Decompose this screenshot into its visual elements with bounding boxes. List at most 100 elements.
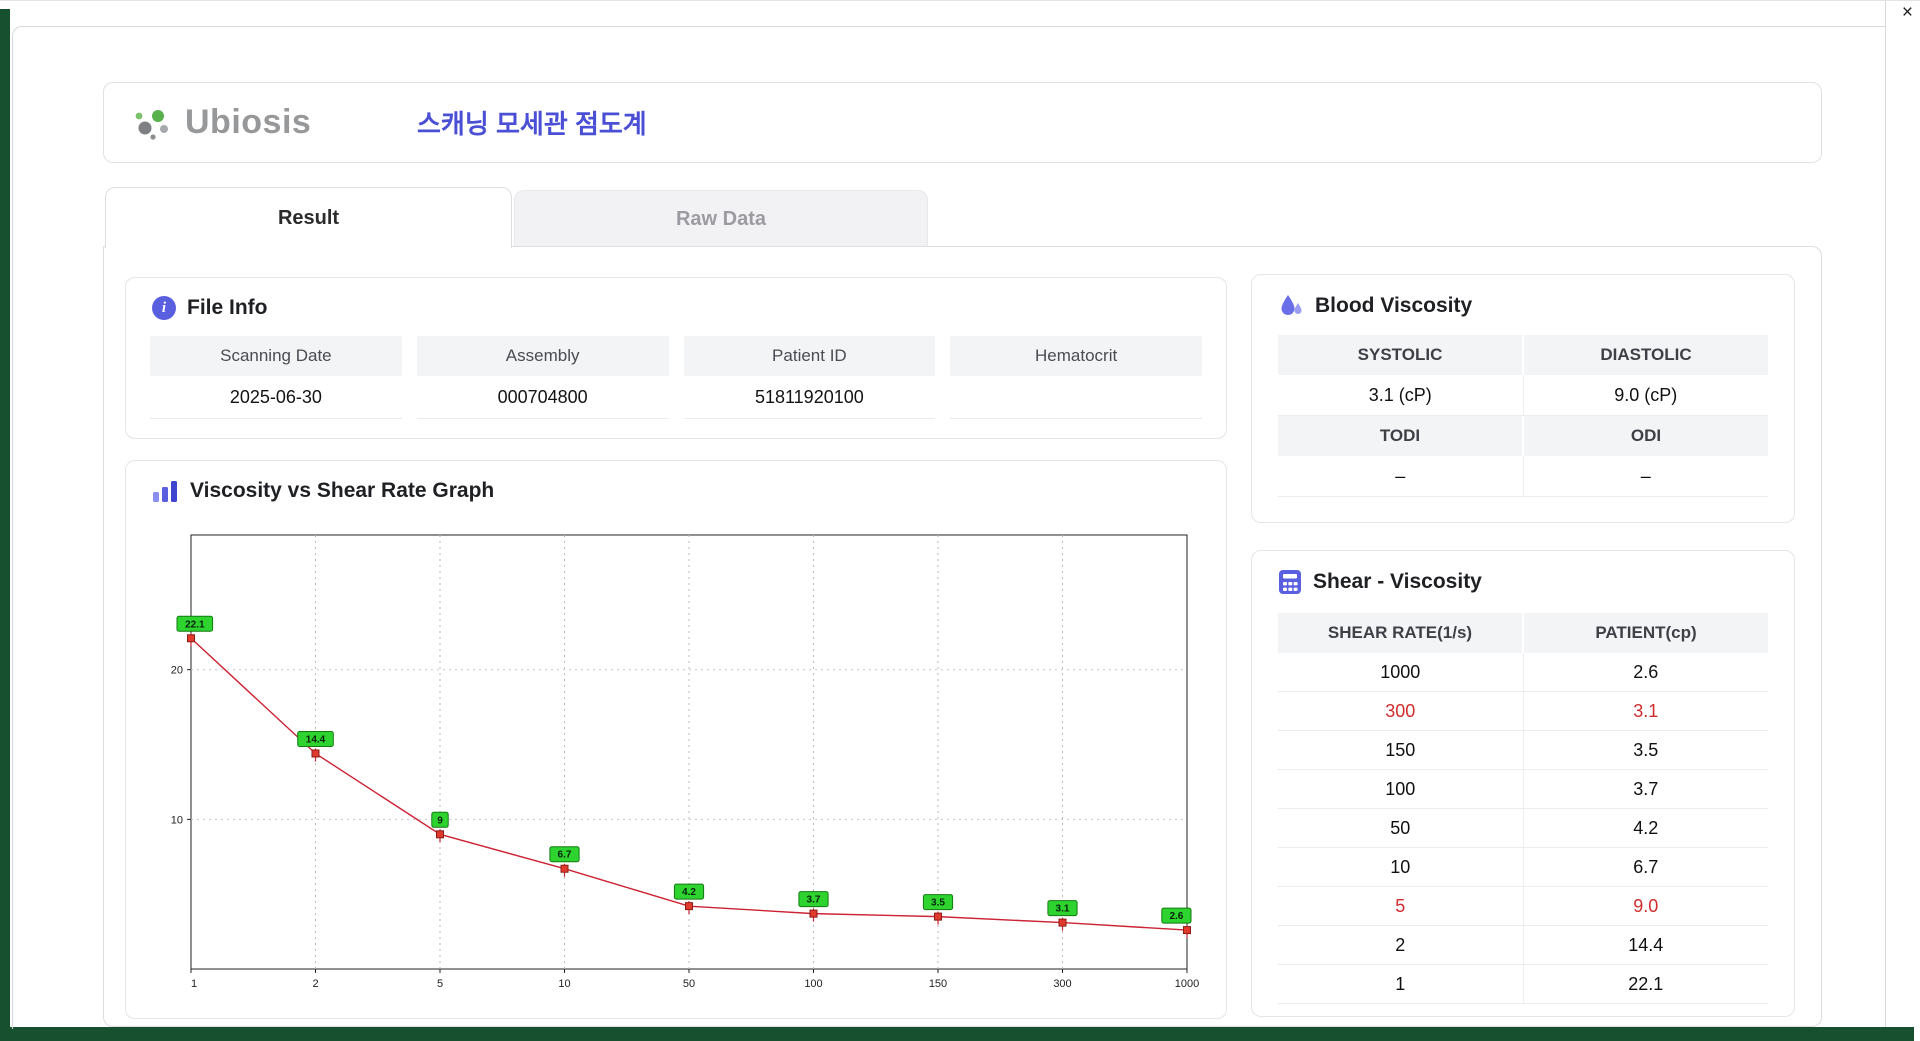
svg-text:4.2: 4.2	[682, 887, 696, 898]
svg-text:9: 9	[437, 815, 443, 826]
tab-raw-data[interactable]: Raw Data	[514, 190, 928, 248]
field-label: Hematocrit	[950, 336, 1202, 376]
sv-row-50: 50 4.2	[1278, 809, 1768, 848]
sv-shear-value: 1000	[1380, 661, 1421, 682]
close-button[interactable]: ×	[1902, 3, 1913, 23]
water-drop-icon	[1281, 295, 1302, 315]
sv-column-shear-rate-1-s: SHEAR RATE(1/s)	[1278, 613, 1522, 653]
shear-viscosity-header: Shear - Viscosity	[1278, 569, 1794, 595]
sv-shear-value: 2	[1395, 934, 1406, 955]
file-info-field-assembly: Assembly 000704800	[416, 336, 669, 419]
sv-column-patient-cp: PATIENT(cp)	[1522, 613, 1768, 653]
ubiosis-logo: Ubiosis	[131, 103, 359, 142]
svg-text:3.1: 3.1	[1056, 904, 1070, 915]
sv-shear-value: 50	[1390, 817, 1411, 838]
file-info-header: i File Info	[152, 296, 1226, 320]
data-point-marker	[311, 749, 320, 758]
field-label: Assembly	[416, 336, 669, 376]
sv-row-5: 5 9.0	[1278, 887, 1768, 926]
blood-viscosity-title: Blood Viscosity	[1315, 294, 1473, 317]
svg-text:6.7: 6.7	[558, 850, 572, 861]
data-point-marker	[685, 902, 693, 911]
data-point-marker	[809, 909, 818, 918]
x-tick-label: 5	[437, 978, 443, 990]
bv-label-todi: TODI	[1278, 416, 1522, 456]
x-tick-label: 1	[191, 978, 197, 990]
sv-row-1: 1 22.1	[1278, 965, 1768, 1004]
sv-patient-value: 2.6	[1522, 653, 1769, 691]
graph-card: Viscosity vs Shear Rate Graph 10 20 1 2 5 10 5…	[125, 460, 1227, 1019]
x-tick-label: 150	[929, 978, 947, 990]
sv-patient-value: 9.0	[1522, 887, 1769, 925]
bv-label-odi: ODI	[1522, 416, 1768, 456]
bv-label-row: TODI ODI	[1278, 416, 1768, 456]
sv-shear-value: 100	[1385, 778, 1416, 799]
data-point-marker	[560, 864, 569, 873]
desktop-edge-left	[0, 9, 10, 1041]
bv-label-row: SYSTOLIC DIASTOLIC	[1278, 335, 1768, 375]
field-value: 000704800	[416, 376, 669, 419]
bv-label-diastolic: DIASTOLIC	[1522, 335, 1768, 375]
viscosity-chart: 10 20 1 2 5 10 50 100 150 300 1000 22.1 14.4 9 6.7 4.2 3…	[151, 525, 1211, 1010]
y-tick-label: 10	[171, 814, 183, 826]
tab-result[interactable]: Result	[105, 187, 512, 248]
data-point-marker	[187, 634, 195, 643]
application-window: × Ubiosis 스캐닝 모세관 점도계 Result Raw Data i …	[0, 0, 1920, 1041]
x-tick-label: 2	[312, 978, 318, 990]
x-tick-label: 100	[804, 978, 822, 990]
svg-text:14.4: 14.4	[306, 734, 326, 745]
blood-viscosity-card: Blood Viscosity SYSTOLIC DIASTOLIC 3.1 (cP…	[1251, 274, 1795, 523]
bv-value-systolic: 3.1 (cP)	[1368, 384, 1432, 405]
blood-viscosity-table: SYSTOLIC DIASTOLIC 3.1 (cP) 9.0 (cP) TODI ODI…	[1278, 335, 1768, 497]
svg-text:3.7: 3.7	[807, 895, 821, 906]
file-info-field-scanning-date: Scanning Date 2025-06-30	[150, 336, 402, 419]
x-tick-label: 50	[683, 978, 695, 990]
bv-label-systolic: SYSTOLIC	[1278, 335, 1522, 375]
bv-value-todi: –	[1395, 465, 1406, 486]
svg-text:3.5: 3.5	[931, 898, 945, 909]
field-value: 2025-06-30	[150, 376, 402, 419]
graph-header: Viscosity vs Shear Rate Graph	[152, 479, 1226, 503]
graph-title: Viscosity vs Shear Rate Graph	[190, 479, 495, 502]
file-info-field-hematocrit: Hematocrit	[950, 336, 1202, 419]
file-info-card: i File Info Scanning Date 2025-06-30 Assem…	[125, 277, 1227, 439]
field-label: Patient ID	[683, 336, 936, 376]
sv-row-150: 150 3.5	[1278, 731, 1768, 770]
sv-patient-value: 3.1	[1522, 692, 1769, 730]
sv-shear-value: 1	[1395, 973, 1406, 994]
y-tick-label: 20	[171, 665, 183, 677]
sv-patient-value: 6.7	[1522, 848, 1769, 886]
x-tick-label: 300	[1053, 978, 1071, 990]
desktop-edge-bottom	[0, 1027, 1914, 1041]
sv-patient-value: 22.1	[1522, 965, 1769, 1003]
header-card: Ubiosis 스캐닝 모세관 점도계	[103, 82, 1822, 163]
bv-value-odi: –	[1522, 456, 1769, 496]
x-tick-label: 10	[558, 978, 570, 990]
viscosity-chart-svg: 10 20 1 2 5 10 50 100 150 300 1000 22.1 14.4 9 6.7 4.2 3…	[171, 534, 1199, 990]
bv-value-row: 3.1 (cP) 9.0 (cP)	[1278, 375, 1768, 416]
blood-viscosity-header: Blood Viscosity	[1278, 293, 1794, 319]
app-title: 스캐닝 모세관 점도계	[417, 109, 647, 139]
sv-row-100: 100 3.7	[1278, 770, 1768, 809]
field-value	[950, 376, 1202, 419]
sv-shear-value: 150	[1385, 739, 1416, 760]
shear-viscosity-title: Shear - Viscosity	[1313, 570, 1482, 593]
sv-patient-value: 4.2	[1522, 809, 1769, 847]
shear-viscosity-table: SHEAR RATE(1/s) PATIENT(cp) 1000 2.6 300 3.1 1…	[1278, 613, 1768, 1004]
sv-header-row: SHEAR RATE(1/s) PATIENT(cp)	[1278, 613, 1768, 653]
sv-shear-value: 300	[1385, 700, 1416, 721]
field-value: 51811920100	[683, 376, 936, 419]
data-point-marker	[1183, 926, 1191, 935]
file-info-title: File Info	[187, 296, 268, 319]
data-point-marker	[1058, 918, 1067, 927]
field-label: Scanning Date	[150, 336, 402, 376]
data-point-marker	[934, 912, 942, 921]
sv-shear-value: 10	[1390, 856, 1411, 877]
ubiosis-logo-icon	[135, 109, 168, 140]
bv-value-row: – –	[1278, 456, 1768, 497]
file-info-fields: Scanning Date 2025-06-30 Assembly 000704800…	[150, 336, 1202, 419]
bar-chart-icon	[153, 481, 177, 502]
sv-row-10: 10 6.7	[1278, 848, 1768, 887]
window-right-gutter	[1885, 1, 1920, 1027]
sv-row-300: 300 3.1	[1278, 692, 1768, 731]
